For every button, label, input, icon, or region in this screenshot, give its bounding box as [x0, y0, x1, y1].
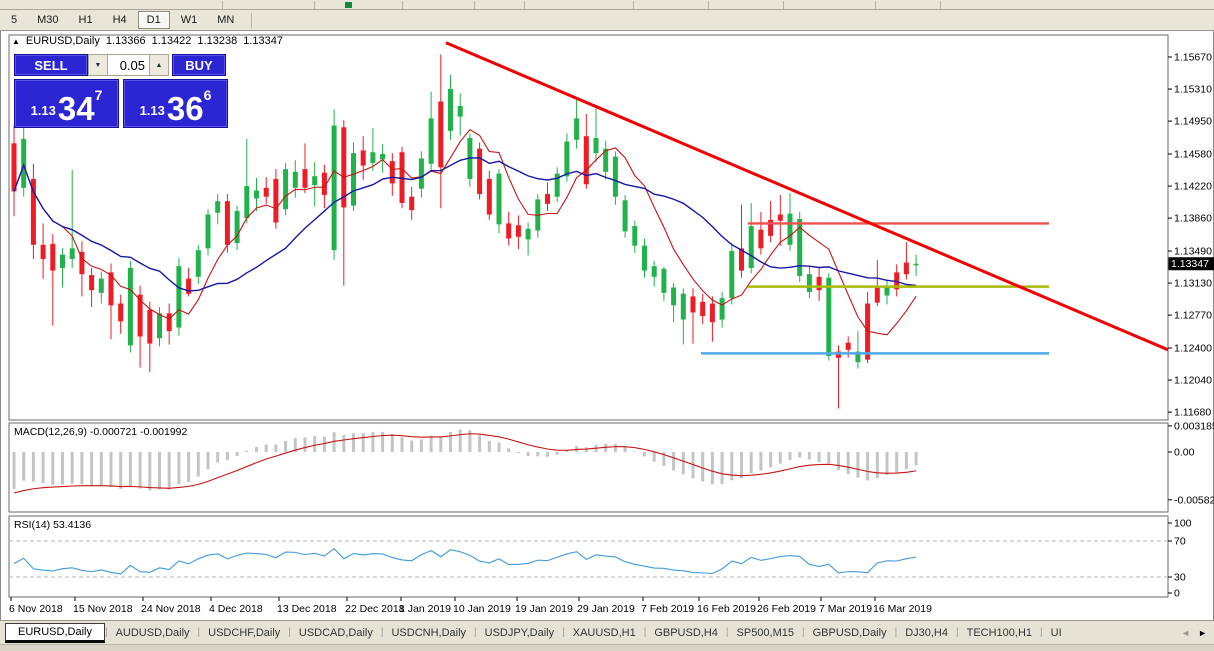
ohlc-close: 1.13347	[243, 35, 283, 47]
price-axis-label: 1.12770	[1174, 310, 1212, 322]
chart-ohlc-header: ▲ EURUSD,Daily 1.13366 1.13422 1.13238 1…	[12, 35, 283, 47]
tab-usdcnh-daily[interactable]: USDCNH,Daily	[383, 623, 474, 643]
price-axis-label: 1.14220	[1174, 181, 1212, 193]
volume-increase-button[interactable]: ▲	[149, 54, 169, 76]
date-axis-label: 10 Jan 2019	[453, 603, 511, 615]
tab-dj30-h4[interactable]: DJ30,H4	[897, 623, 956, 643]
toolbar-separator	[222, 1, 223, 9]
rsi-axis-label: 30	[1174, 572, 1186, 584]
tab-usdcad-daily[interactable]: USDCAD,Daily	[291, 623, 381, 643]
date-axis-label: 4 Dec 2018	[209, 603, 263, 615]
buy-price-main: 36	[166, 89, 204, 127]
toolbar-separator	[314, 1, 315, 9]
date-axis-label: 19 Jan 2019	[515, 603, 573, 615]
toolbar-separator	[708, 1, 709, 9]
collapse-arrow-icon[interactable]: ▲	[12, 37, 20, 46]
macd-axis-label: 0.003185	[1174, 420, 1214, 432]
price-axis-label: 1.15310	[1174, 84, 1212, 96]
timeframe-button-h4[interactable]: H4	[104, 11, 136, 29]
price-axis-label: 1.14580	[1174, 149, 1212, 161]
price-axis-label: 1.12040	[1174, 375, 1212, 387]
date-axis-label: 16 Mar 2019	[873, 603, 932, 615]
tab-gbpusd-h4[interactable]: GBPUSD,H4	[646, 623, 726, 643]
tab-ui[interactable]: UI	[1043, 623, 1070, 643]
buy-price-button[interactable]: 1.13 36 6	[123, 79, 228, 128]
date-axis-label: 29 Jan 2019	[577, 603, 635, 615]
rsi-label: RSI(14) 53.4136	[14, 519, 91, 531]
ohlc-open: 1.13366	[105, 35, 146, 47]
tab-eurusd-daily[interactable]: EURUSD,Daily	[5, 622, 105, 643]
date-axis-label: 7 Feb 2019	[641, 603, 694, 615]
volume-decrease-button[interactable]: ▼	[88, 54, 108, 76]
sell-price-main: 34	[57, 89, 95, 127]
price-axis-label: 1.13860	[1174, 213, 1212, 225]
tab-sp500-m15[interactable]: SP500,M15	[729, 623, 802, 643]
date-axis-label: 26 Feb 2019	[757, 603, 816, 615]
timeframe-toolbar: 5 M30 H1 H4 D1 W1 MN	[0, 10, 1214, 31]
toolbar-separator	[251, 12, 253, 28]
price-axis-label: 1.12400	[1174, 343, 1212, 355]
chart-workspace: 1.15670 1.15310 1.14950 1.14580 1.14220 1.138…	[0, 31, 1214, 620]
toolbar-separator	[940, 1, 941, 9]
upper-toolbar-strip	[0, 0, 1214, 10]
toolbar-separator	[783, 1, 784, 9]
status-strip	[0, 644, 1214, 650]
sell-price-button[interactable]: 1.13 34 7	[14, 79, 119, 128]
symbol-tab-bar: EURUSD,Daily | AUDUSD,Daily | USDCHF,Daily | U…	[0, 620, 1214, 644]
buy-price-pip: 6	[203, 87, 212, 103]
tab-tech100-h1[interactable]: TECH100,H1	[959, 623, 1040, 643]
chart-symbol-label: EURUSD,Daily	[25, 35, 100, 47]
tab-xauusd-h1[interactable]: XAUUSD,H1	[565, 623, 644, 643]
tab-scroll-left-icon[interactable]: ◄	[1181, 628, 1190, 638]
sell-price-prefix: 1.13	[30, 103, 56, 118]
timeframe-button-d1[interactable]: D1	[137, 11, 170, 29]
ohlc-high: 1.13422	[151, 35, 192, 47]
date-axis-label: 6 Nov 2018	[9, 603, 63, 615]
timeframe-button-mn[interactable]: MN	[208, 11, 243, 29]
date-axis-label: 7 Mar 2019	[819, 603, 872, 615]
tab-gbpusd-daily[interactable]: GBPUSD,Daily	[805, 623, 895, 643]
panel-frame	[8, 515, 1169, 598]
price-axis-label: 1.13490	[1174, 246, 1212, 258]
volume-input[interactable]	[108, 54, 149, 76]
price-axis-label: 1.11680	[1174, 407, 1211, 419]
tab-usdchf-daily[interactable]: USDCHF,Daily	[200, 623, 288, 643]
rsi-axis-label: 100	[1174, 518, 1192, 530]
tab-usdjpy-daily[interactable]: USDJPY,Daily	[477, 623, 563, 643]
date-axis-label: 22 Dec 2018	[345, 603, 405, 615]
date-axis-label: 1 Jan 2019	[399, 603, 451, 615]
date-axis-label: 24 Nov 2018	[141, 603, 201, 615]
timeframe-button-w1[interactable]: W1	[172, 11, 207, 29]
date-axis-label: 13 Dec 2018	[277, 603, 337, 615]
sell-button[interactable]: SELL	[14, 54, 88, 76]
timeframe-button-m30[interactable]: M30	[28, 11, 67, 29]
toolbar-separator	[524, 1, 525, 9]
ohlc-low: 1.13238	[197, 35, 238, 47]
timeframe-button-5[interactable]: 5	[2, 11, 26, 29]
date-axis-label: 15 Nov 2018	[73, 603, 133, 615]
tab-scroll-arrows: ◄ ►	[1177, 621, 1211, 644]
toolbar-green-indicator-icon	[345, 2, 352, 8]
tab-scroll-right-icon[interactable]: ►	[1198, 628, 1207, 638]
rsi-axis-label: 0	[1174, 588, 1180, 600]
price-axis-label: 1.13130	[1174, 278, 1212, 290]
toolbar-separator	[875, 1, 876, 9]
toolbar-separator	[474, 1, 475, 9]
date-axis-label: 16 Feb 2019	[697, 603, 756, 615]
toolbar-separator	[402, 1, 403, 9]
price-axis-label: 1.15670	[1174, 52, 1212, 64]
current-price-label: 1.13347	[1171, 258, 1209, 270]
buy-price-prefix: 1.13	[139, 103, 165, 118]
tab-audusd-daily[interactable]: AUDUSD,Daily	[108, 623, 198, 643]
toolbar-separator	[633, 1, 634, 9]
price-axis-label: 1.14950	[1174, 116, 1212, 128]
macd-axis-label: 0.00	[1174, 447, 1195, 459]
macd-axis-label: -0.005827	[1174, 494, 1214, 506]
buy-button[interactable]: BUY	[172, 54, 226, 76]
macd-label: MACD(12,26,9) -0.000721 -0.001992	[14, 426, 188, 438]
sell-price-pip: 7	[94, 87, 103, 103]
rsi-axis-label: 70	[1174, 536, 1186, 548]
timeframe-button-h1[interactable]: H1	[70, 11, 102, 29]
one-click-trading-panel: SELL ▼ ▲ BUY 1.13 34 7 1.13 36 6	[14, 54, 232, 128]
